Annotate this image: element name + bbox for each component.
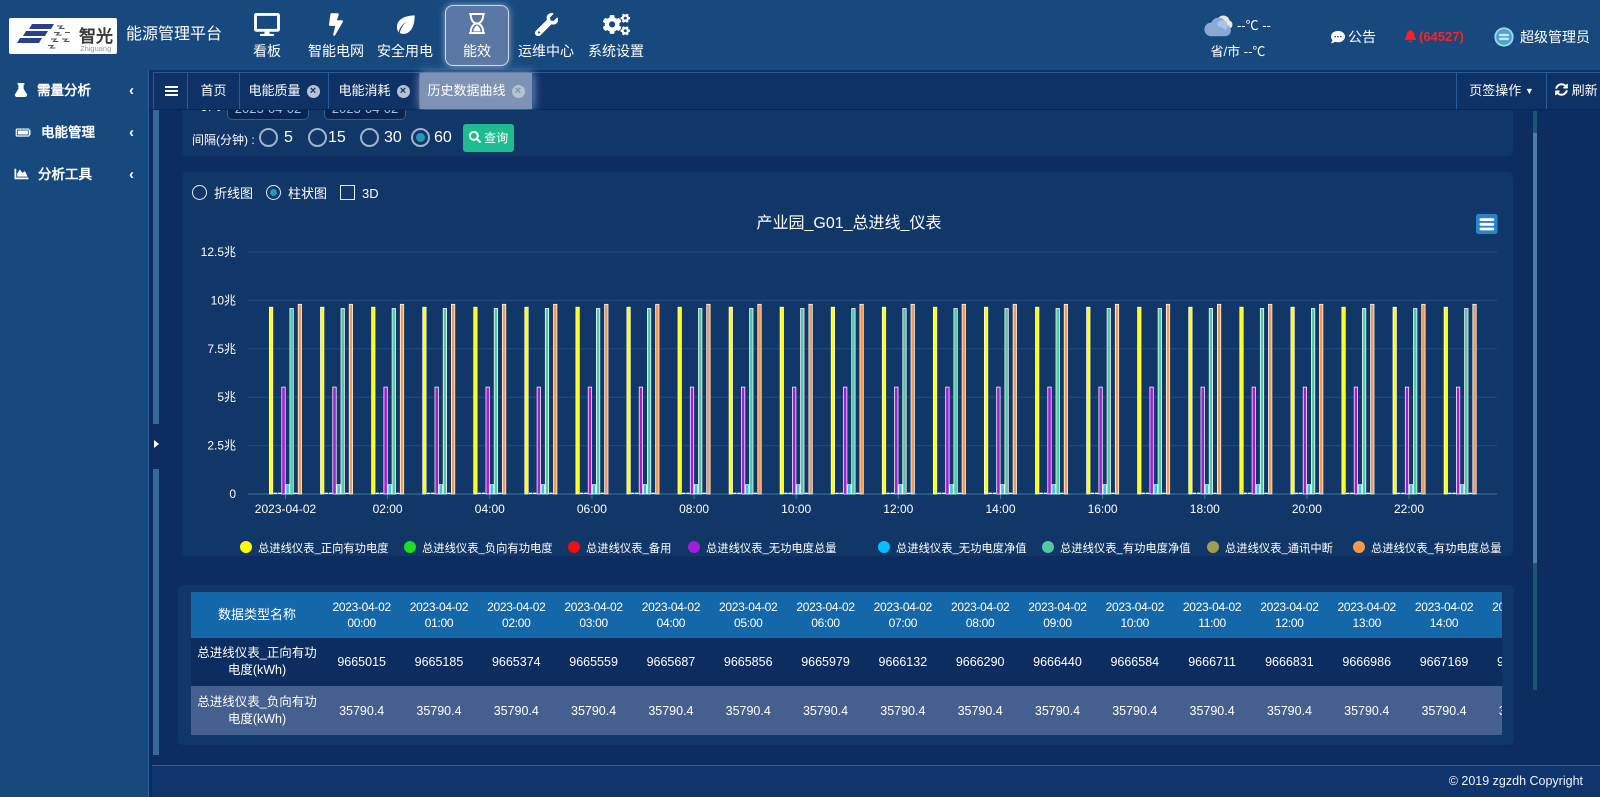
- svg-text:02:00: 02:00: [373, 502, 403, 516]
- svg-text:2.5兆: 2.5兆: [207, 439, 236, 453]
- svg-text:16:00: 16:00: [1088, 502, 1118, 516]
- svg-text:14:00: 14:00: [985, 502, 1015, 516]
- svg-text:08:00: 08:00: [679, 502, 709, 516]
- svg-text:10:00: 10:00: [781, 502, 811, 516]
- svg-text:06:00: 06:00: [577, 502, 607, 516]
- svg-text:5兆: 5兆: [217, 390, 236, 404]
- svg-text:12:00: 12:00: [883, 502, 913, 516]
- svg-text:10兆: 10兆: [211, 293, 236, 307]
- svg-text:04:00: 04:00: [475, 502, 505, 516]
- svg-text:12.5兆: 12.5兆: [201, 245, 236, 259]
- svg-text:产业园_G01_总进线_仪表: 产业园_G01_总进线_仪表: [757, 214, 942, 232]
- svg-text:0: 0: [229, 487, 236, 501]
- svg-text:Zhiguang: Zhiguang: [80, 44, 111, 53]
- svg-text:20:00: 20:00: [1292, 502, 1322, 516]
- svg-text:18:00: 18:00: [1190, 502, 1220, 516]
- svg-text:2023-04-02: 2023-04-02: [255, 502, 317, 516]
- svg-text:22:00: 22:00: [1394, 502, 1424, 516]
- svg-text:7.5兆: 7.5兆: [207, 342, 236, 356]
